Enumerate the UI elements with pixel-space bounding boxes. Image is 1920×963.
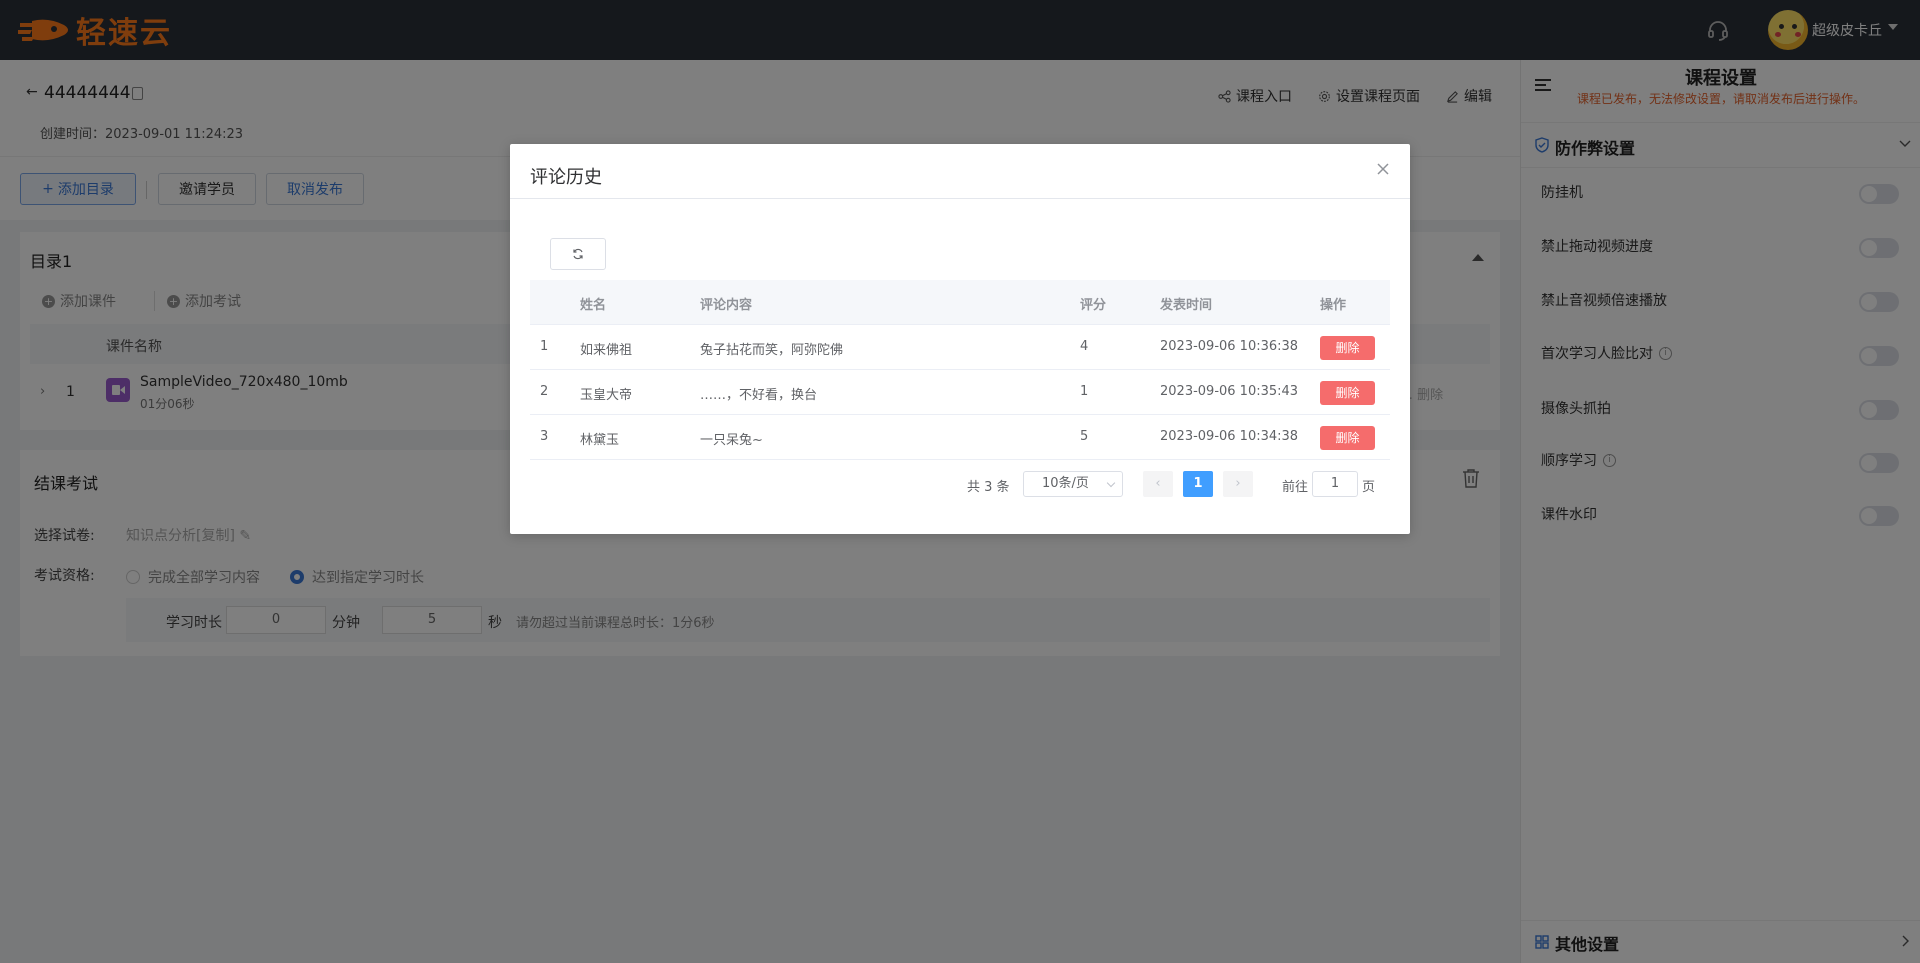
table-row: 2 玉皇大帝 ……，不好看，换台 1 2023-09-06 10:35:43 删… — [530, 370, 1390, 415]
comment-content: 一只呆兔~ — [700, 433, 763, 448]
comment-score: 1 — [1080, 384, 1089, 399]
comment-time: 2023-09-06 10:34:38 — [1160, 429, 1299, 444]
dialog-title: 评论历史 — [530, 167, 602, 188]
col-content: 评论内容 — [700, 298, 753, 313]
col-op: 操作 — [1320, 298, 1347, 313]
comment-score: 5 — [1080, 429, 1089, 444]
refresh-icon — [573, 248, 583, 260]
dialog-divider — [510, 198, 1410, 199]
comment-time: 2023-09-06 10:36:38 — [1160, 339, 1299, 354]
close-icon[interactable] — [1376, 162, 1390, 176]
goto-page-input[interactable]: 1 — [1312, 471, 1358, 497]
comment-history-dialog: 评论历史 姓名 评论内容 评分 发表时间 操作 1 如来佛祖 兔子拈花而笑，阿弥… — [510, 144, 1410, 534]
comment-time: 2023-09-06 10:35:43 — [1160, 384, 1299, 399]
commenter-name: 林黛玉 — [580, 433, 620, 448]
row-index: 2 — [540, 384, 549, 399]
commenter-name: 如来佛祖 — [580, 343, 633, 358]
pagination: 共 3 条 10条/页 ‹ 1 › 前往 1 页 — [510, 468, 1410, 500]
delete-button[interactable]: 删除 — [1320, 381, 1375, 405]
table-header: 姓名 评论内容 评分 发表时间 操作 — [530, 280, 1390, 325]
col-score: 评分 — [1080, 298, 1107, 313]
total-count: 共 3 条 — [967, 480, 1010, 495]
table-row: 3 林黛玉 一只呆兔~ 5 2023-09-06 10:34:38 删除 — [530, 415, 1390, 460]
comment-content: 兔子拈花而笑，阿弥陀佛 — [700, 343, 844, 358]
commenter-name: 玉皇大帝 — [580, 388, 633, 403]
refresh-button[interactable] — [550, 238, 606, 270]
comment-score: 4 — [1080, 339, 1089, 354]
page-1-button[interactable]: 1 — [1183, 471, 1213, 497]
row-index: 3 — [540, 429, 549, 444]
goto-unit: 页 — [1362, 480, 1376, 495]
prev-page-button[interactable]: ‹ — [1143, 471, 1173, 497]
comment-table: 姓名 评论内容 评分 发表时间 操作 1 如来佛祖 兔子拈花而笑，阿弥陀佛 4 … — [530, 280, 1390, 460]
col-time: 发表时间 — [1160, 298, 1213, 313]
goto-label: 前往 — [1282, 480, 1309, 495]
comment-content: ……，不好看，换台 — [700, 388, 818, 403]
delete-button[interactable]: 删除 — [1320, 426, 1375, 450]
table-row: 1 如来佛祖 兔子拈花而笑，阿弥陀佛 4 2023-09-06 10:36:38… — [530, 325, 1390, 370]
page-size-select[interactable]: 10条/页 — [1023, 471, 1123, 497]
delete-button[interactable]: 删除 — [1320, 336, 1375, 360]
row-index: 1 — [540, 339, 549, 354]
col-name: 姓名 — [580, 298, 607, 313]
next-page-button[interactable]: › — [1223, 471, 1253, 497]
